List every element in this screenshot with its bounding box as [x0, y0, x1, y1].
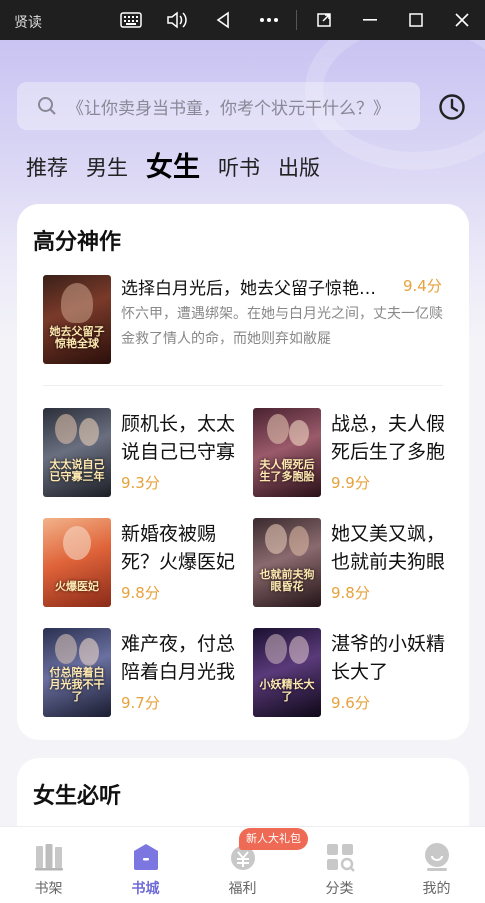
close-icon[interactable] [450, 8, 474, 32]
bookstore-icon [134, 844, 158, 870]
cover-title: 付总陪着白月光我不干了 [49, 666, 105, 703]
book-score: 9.8分 [331, 584, 370, 602]
search-bar[interactable]: 《让你卖身当书童，你考个状元干什么？》 [17, 82, 420, 130]
nav-label: 我的 [422, 881, 451, 897]
more-icon[interactable] [257, 8, 281, 32]
book-item[interactable]: 夫人假死后生了多胞胎 战总，夫人假死后生了多胞胎 9.9分 [253, 408, 463, 500]
keyboard-icon[interactable] [119, 8, 143, 32]
tab-female[interactable]: 女生 [146, 150, 200, 186]
profile-icon [425, 843, 449, 871]
book-item[interactable]: 付总陪着白月光我不干了 难产夜，付总陪着白月光我不干了 9.7分 [43, 628, 253, 720]
book-score: 9.3分 [121, 474, 160, 492]
section-title: 女生必听 [33, 784, 122, 809]
book-score: 9.4分 [403, 277, 442, 295]
nav-bookshelf[interactable]: 书架 [0, 827, 97, 903]
tab-audiobook[interactable]: 听书 [218, 150, 260, 186]
nav-label: 福利 [228, 881, 257, 897]
book-cover: 也就前夫狗眼昏花 [253, 518, 321, 607]
book-cover: 小妖精长大了 [253, 628, 321, 717]
category-tabs: 推荐 男生 女生 听书 出版 [26, 146, 338, 186]
book-score: 9.6分 [331, 694, 370, 712]
section-title: 高分神作 [33, 230, 122, 255]
book-cover: 她去父留子惊艳全球 [43, 275, 111, 364]
book-title: 难产夜，付总陪着白月光我不干了 [121, 633, 236, 683]
tab-publish[interactable]: 出版 [278, 150, 320, 186]
cover-title: 火爆医妃 [55, 580, 99, 593]
history-clock-icon[interactable] [438, 93, 466, 121]
book-score: 9.8分 [121, 584, 160, 602]
book-title: 选择白月光后，她去父留子惊艳全球 [121, 279, 383, 299]
back-icon[interactable] [211, 8, 235, 32]
book-title: 她又美又飒，也就前夫狗眼昏花 [331, 523, 446, 573]
book-cover: 夫人假死后生了多胞胎 [253, 408, 321, 497]
maximize-icon[interactable] [404, 8, 428, 32]
book-cover: 火爆医妃 [43, 518, 111, 607]
book-title: 新婚夜被赐死？火爆医妃 [121, 523, 236, 573]
book-item[interactable]: 火爆医妃 新婚夜被赐死？火爆医妃 9.8分 [43, 518, 253, 610]
tab-recommend[interactable]: 推荐 [26, 150, 68, 186]
nav-label: 书架 [34, 881, 63, 897]
nav-label: 书城 [131, 881, 160, 897]
new-user-gift-badge[interactable]: 新人大礼包 [239, 828, 308, 850]
window-titlebar: 贤读 [0, 0, 485, 40]
tab-male[interactable]: 男生 [86, 150, 128, 186]
book-title: 顾机长，太太说自己已守寡三年 [121, 413, 236, 463]
book-score: 9.7分 [121, 694, 160, 712]
category-icon [327, 844, 355, 872]
book-score: 9.9分 [331, 474, 370, 492]
book-item[interactable]: 太太说自己已守寡三年 顾机长，太太说自己已守寡三年 9.3分 [43, 408, 253, 500]
book-cover: 太太说自己已守寡三年 [43, 408, 111, 497]
cover-title: 也就前夫狗眼昏花 [259, 568, 315, 593]
cover-title: 太太说自己已守寡三年 [49, 458, 105, 483]
book-item[interactable]: 也就前夫狗眼昏花 她又美又飒，也就前夫狗眼昏花 9.8分 [253, 518, 463, 610]
search-icon [38, 97, 56, 115]
book-cover: 付总陪着白月光我不干了 [43, 628, 111, 717]
cover-title: 她去父留子惊艳全球 [49, 325, 105, 350]
cover-title: 夫人假死后生了多胞胎 [259, 458, 315, 483]
popout-icon[interactable] [312, 8, 336, 32]
book-title: 战总，夫人假死后生了多胞胎 [331, 413, 446, 463]
cover-title: 小妖精长大了 [259, 678, 315, 703]
nav-profile[interactable]: 我的 [388, 827, 485, 903]
app-title: 贤读 [14, 15, 42, 31]
search-placeholder: 《让你卖身当书童，你考个状元干什么？》 [67, 98, 390, 119]
book-item[interactable]: 小妖精长大了 湛爷的小妖精长大了 9.6分 [253, 628, 463, 720]
nav-label: 分类 [325, 881, 354, 897]
titlebar-divider [296, 10, 297, 30]
volume-icon[interactable] [165, 8, 189, 32]
book-description: 怀六甲，遭遇绑架。在她与白月光之间，丈夫一亿赎金救了情人的命，而她则弃如敝屣 [121, 306, 443, 347]
high-score-section: 高分神作 她去父留子惊艳全球 选择白月光后，她去父留子惊艳全球 9.4分 怀六甲… [17, 204, 469, 740]
book-title: 湛爷的小妖精长大了 [331, 633, 446, 683]
divider [43, 385, 443, 386]
nav-bookstore[interactable]: 书城 [97, 827, 194, 903]
bookshelf-icon [35, 844, 63, 871]
minimize-icon[interactable] [358, 8, 382, 32]
